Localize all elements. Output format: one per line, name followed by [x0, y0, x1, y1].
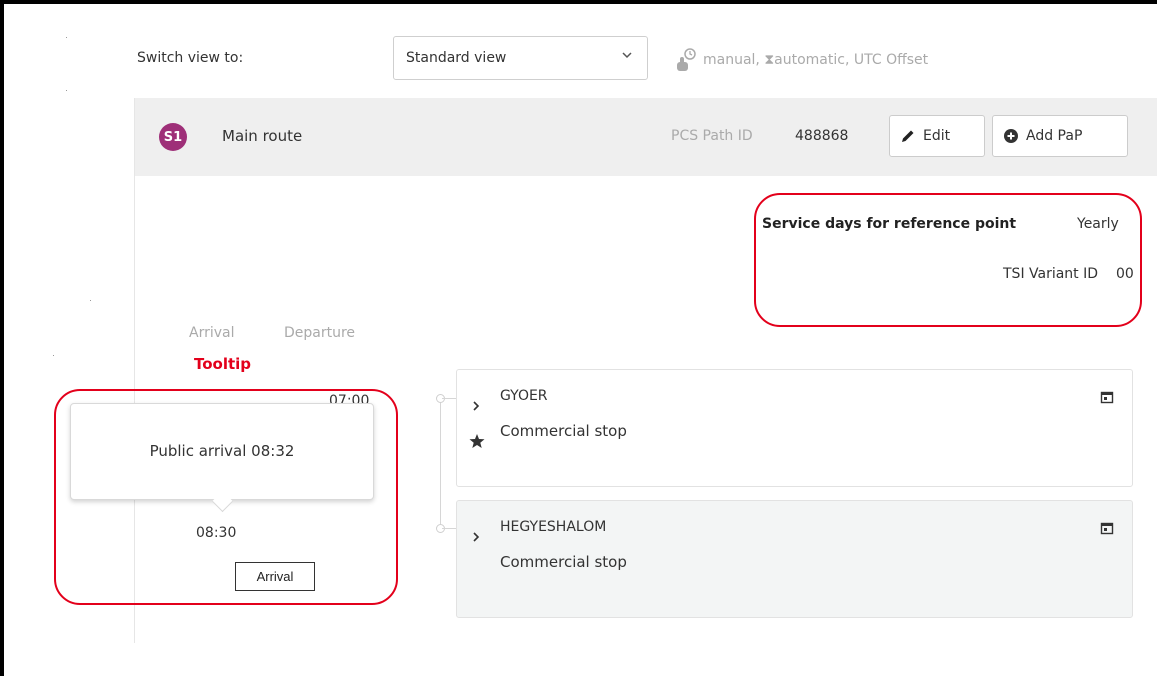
switch-view-label: Switch view to: — [137, 50, 244, 66]
artifact-dot — [53, 355, 54, 356]
edit-button-label: Edit — [923, 128, 951, 144]
annotation-outline-tooltip — [54, 389, 398, 605]
hand-clock-icon — [677, 48, 696, 71]
screenshot-frame-top — [0, 0, 1157, 4]
pcs-path-id-label: PCS Path ID — [671, 128, 753, 144]
route-badge: S1 — [159, 123, 187, 151]
pencil-icon — [902, 130, 914, 142]
timeline-connector — [440, 398, 441, 529]
route-name: Main route — [222, 127, 303, 145]
artifact-dot — [66, 90, 67, 91]
screenshot-frame-left — [0, 0, 4, 676]
stop-card-hegyeshalom[interactable]: HEGYESHALOM Commercial stop — [456, 500, 1133, 618]
stop-name: HEGYESHALOM — [500, 519, 607, 535]
star-icon — [469, 434, 485, 448]
artifact-dot — [66, 37, 67, 38]
chevron-right-icon[interactable] — [471, 400, 481, 412]
calendar-icon[interactable] — [1100, 390, 1114, 404]
chevron-down-icon — [622, 52, 632, 59]
legend-text: manual, ⧗automatic, UTC Offset — [703, 52, 929, 68]
view-select-value: Standard view — [406, 50, 507, 66]
departure-column-header: Departure — [284, 325, 356, 341]
view-select[interactable]: Standard view — [393, 36, 648, 80]
chevron-right-icon[interactable] — [471, 531, 481, 543]
route-header: S1 Main route PCS Path ID 488868 Edit Ad… — [135, 98, 1157, 176]
stop-card-gyoer[interactable]: GYOER Commercial stop — [456, 369, 1133, 487]
add-pap-button-label: Add PaP — [1026, 128, 1083, 144]
pcs-path-id-value: 488868 — [795, 128, 849, 144]
plus-circle-icon — [1004, 129, 1018, 143]
annotation-outline-service-info — [754, 193, 1142, 327]
artifact-dot — [90, 300, 91, 301]
stop-type: Commercial stop — [500, 553, 627, 571]
edit-button[interactable]: Edit — [889, 115, 985, 157]
stop-type: Commercial stop — [500, 422, 627, 440]
calendar-icon[interactable] — [1100, 521, 1114, 535]
time-mode-legend: manual, ⧗automatic, UTC Offset — [674, 47, 928, 73]
add-pap-button[interactable]: Add PaP — [992, 115, 1128, 157]
stop-name: GYOER — [500, 388, 548, 404]
arrival-column-header: Arrival — [189, 325, 235, 341]
tooltip-annotation-caption: Tooltip — [194, 355, 252, 373]
